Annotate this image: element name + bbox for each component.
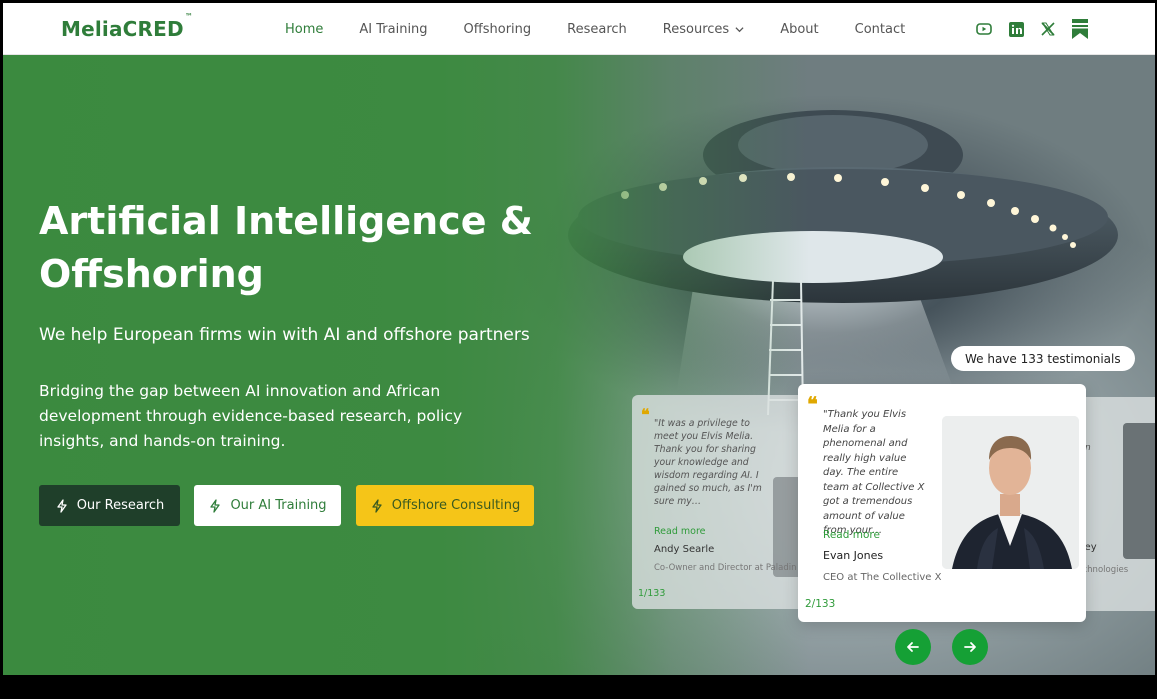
hero-section: Artificial Intelligence & Offshoring We … — [3, 55, 1155, 675]
main-menu: Home AI Training Offshoring Research Res… — [285, 22, 941, 37]
lightning-icon — [57, 498, 67, 513]
nav-about[interactable]: About — [780, 22, 818, 37]
testimonial-card-previous[interactable]: ❝ "It was a privilege to meet you Elvis … — [632, 395, 813, 609]
bookmark-icon[interactable] — [1071, 19, 1089, 39]
logo[interactable]: MeliaCRED™ — [61, 12, 193, 41]
nav-offshoring[interactable]: Offshoring — [464, 22, 532, 37]
testimonial-author: Evan Jones — [823, 549, 884, 562]
quote-icon: ❝ — [807, 392, 818, 416]
read-more-link[interactable]: Read more — [654, 526, 706, 537]
previous-testimonial-button[interactable] — [895, 629, 931, 665]
hero-subtitle: We help European firms win with AI and o… — [39, 325, 530, 345]
chevron-down-icon — [735, 27, 744, 33]
testimonial-role: CEO at The Collective X — [823, 572, 942, 583]
lightning-icon — [210, 498, 221, 513]
offshore-consulting-button[interactable]: Offshore Consulting — [356, 485, 534, 526]
x-icon[interactable] — [1039, 20, 1057, 38]
our-ai-training-button[interactable]: Our AI Training — [194, 485, 341, 526]
testimonials-badge: We have 133 testimonials — [951, 346, 1135, 371]
nav-resources[interactable]: Resources — [663, 22, 744, 37]
nav-research[interactable]: Research — [567, 22, 627, 37]
youtube-icon[interactable] — [975, 20, 993, 38]
arrow-right-icon — [964, 642, 976, 652]
testimonial-quote: "It was a privilege to meet you Elvis Me… — [654, 418, 762, 507]
nav-contact[interactable]: Contact — [855, 22, 906, 37]
our-research-button[interactable]: Our Research — [39, 485, 180, 526]
quote-icon: ❝ — [641, 405, 650, 424]
browser-viewport: MeliaCRED™ Home AI Training Offshoring R… — [3, 3, 1155, 675]
testimonial-role: Co-Owner and Director at Paladin — [654, 563, 797, 573]
testimonial-photo — [1123, 423, 1155, 559]
next-testimonial-button[interactable] — [952, 629, 988, 665]
testimonial-photo — [942, 416, 1079, 569]
testimonial-card-active[interactable]: ❝ "Thank you Elvis Melia for a phenomena… — [798, 384, 1086, 622]
trademark: ™ — [184, 12, 194, 22]
read-more-link[interactable]: Read more — [823, 529, 880, 541]
testimonial-author: Andy Searle — [654, 544, 715, 555]
testimonial-counter: 1/133 — [638, 588, 666, 599]
lightning-icon — [372, 498, 382, 513]
nav-ai-training[interactable]: AI Training — [359, 22, 427, 37]
arrow-left-icon — [907, 642, 919, 652]
top-navigation: MeliaCRED™ Home AI Training Offshoring R… — [3, 3, 1155, 55]
nav-home[interactable]: Home — [285, 22, 323, 37]
testimonial-counter: 2/133 — [805, 598, 836, 610]
social-links — [975, 19, 1089, 39]
linkedin-icon[interactable] — [1007, 20, 1025, 38]
testimonial-quote: "Thank you Elvis Melia for a phenomenal … — [823, 409, 925, 536]
hero-title: Artificial Intelligence & Offshoring — [39, 199, 533, 296]
hero-description: Bridging the gap between AI innovation a… — [39, 382, 463, 450]
